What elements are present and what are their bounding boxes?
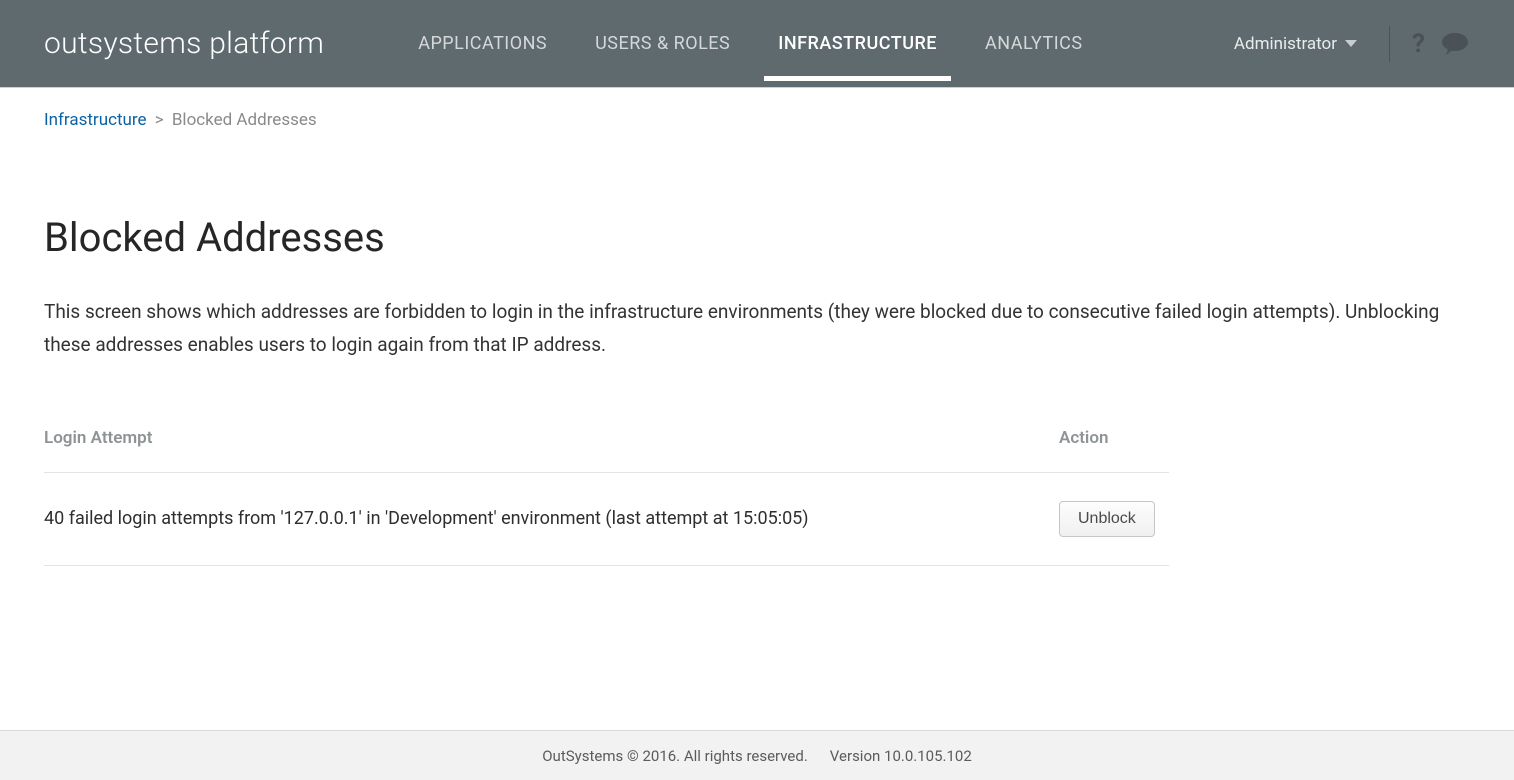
feedback-icon[interactable] bbox=[1440, 31, 1470, 57]
column-login-attempt: Login Attempt bbox=[44, 414, 1059, 473]
user-menu[interactable]: Administrator bbox=[1234, 34, 1371, 54]
page-description: This screen shows which addresses are fo… bbox=[44, 295, 1464, 362]
header-right: Administrator ? bbox=[1234, 0, 1470, 87]
main-nav: APPLICATIONS USERS & ROLES INFRASTRUCTUR… bbox=[394, 0, 1106, 87]
nav-applications[interactable]: APPLICATIONS bbox=[394, 0, 571, 87]
footer-copyright: OutSystems © 2016. All rights reserved. bbox=[542, 747, 808, 765]
table-row: 40 failed login attempts from '127.0.0.1… bbox=[44, 472, 1169, 565]
breadcrumb-current: Blocked Addresses bbox=[172, 110, 317, 130]
nav-infrastructure[interactable]: INFRASTRUCTURE bbox=[754, 0, 961, 87]
divider bbox=[1389, 26, 1390, 62]
help-icon[interactable]: ? bbox=[1408, 30, 1430, 58]
unblock-button[interactable]: Unblock bbox=[1059, 501, 1155, 537]
page-title: Blocked Addresses bbox=[44, 214, 1470, 261]
logo: outsystems platform bbox=[44, 26, 324, 61]
user-name: Administrator bbox=[1234, 34, 1337, 54]
footer-version: Version 10.0.105.102 bbox=[830, 747, 972, 765]
breadcrumb-root-link[interactable]: Infrastructure bbox=[44, 110, 147, 130]
svg-text:?: ? bbox=[1412, 30, 1425, 58]
cell-login-attempt: 40 failed login attempts from '127.0.0.1… bbox=[44, 472, 1059, 565]
breadcrumb: Infrastructure > Blocked Addresses bbox=[44, 88, 1470, 130]
cell-action: Unblock bbox=[1059, 472, 1169, 565]
nav-analytics[interactable]: ANALYTICS bbox=[961, 0, 1107, 87]
topbar: outsystems platform APPLICATIONS USERS &… bbox=[0, 0, 1514, 88]
caret-down-icon bbox=[1345, 40, 1357, 47]
nav-users-roles[interactable]: USERS & ROLES bbox=[571, 0, 754, 87]
content: Infrastructure > Blocked Addresses Block… bbox=[0, 88, 1514, 566]
blocked-addresses-table: Login Attempt Action 40 failed login att… bbox=[44, 414, 1169, 566]
breadcrumb-separator: > bbox=[155, 110, 164, 130]
footer: OutSystems © 2016. All rights reserved. … bbox=[0, 730, 1514, 780]
column-action: Action bbox=[1059, 414, 1169, 473]
